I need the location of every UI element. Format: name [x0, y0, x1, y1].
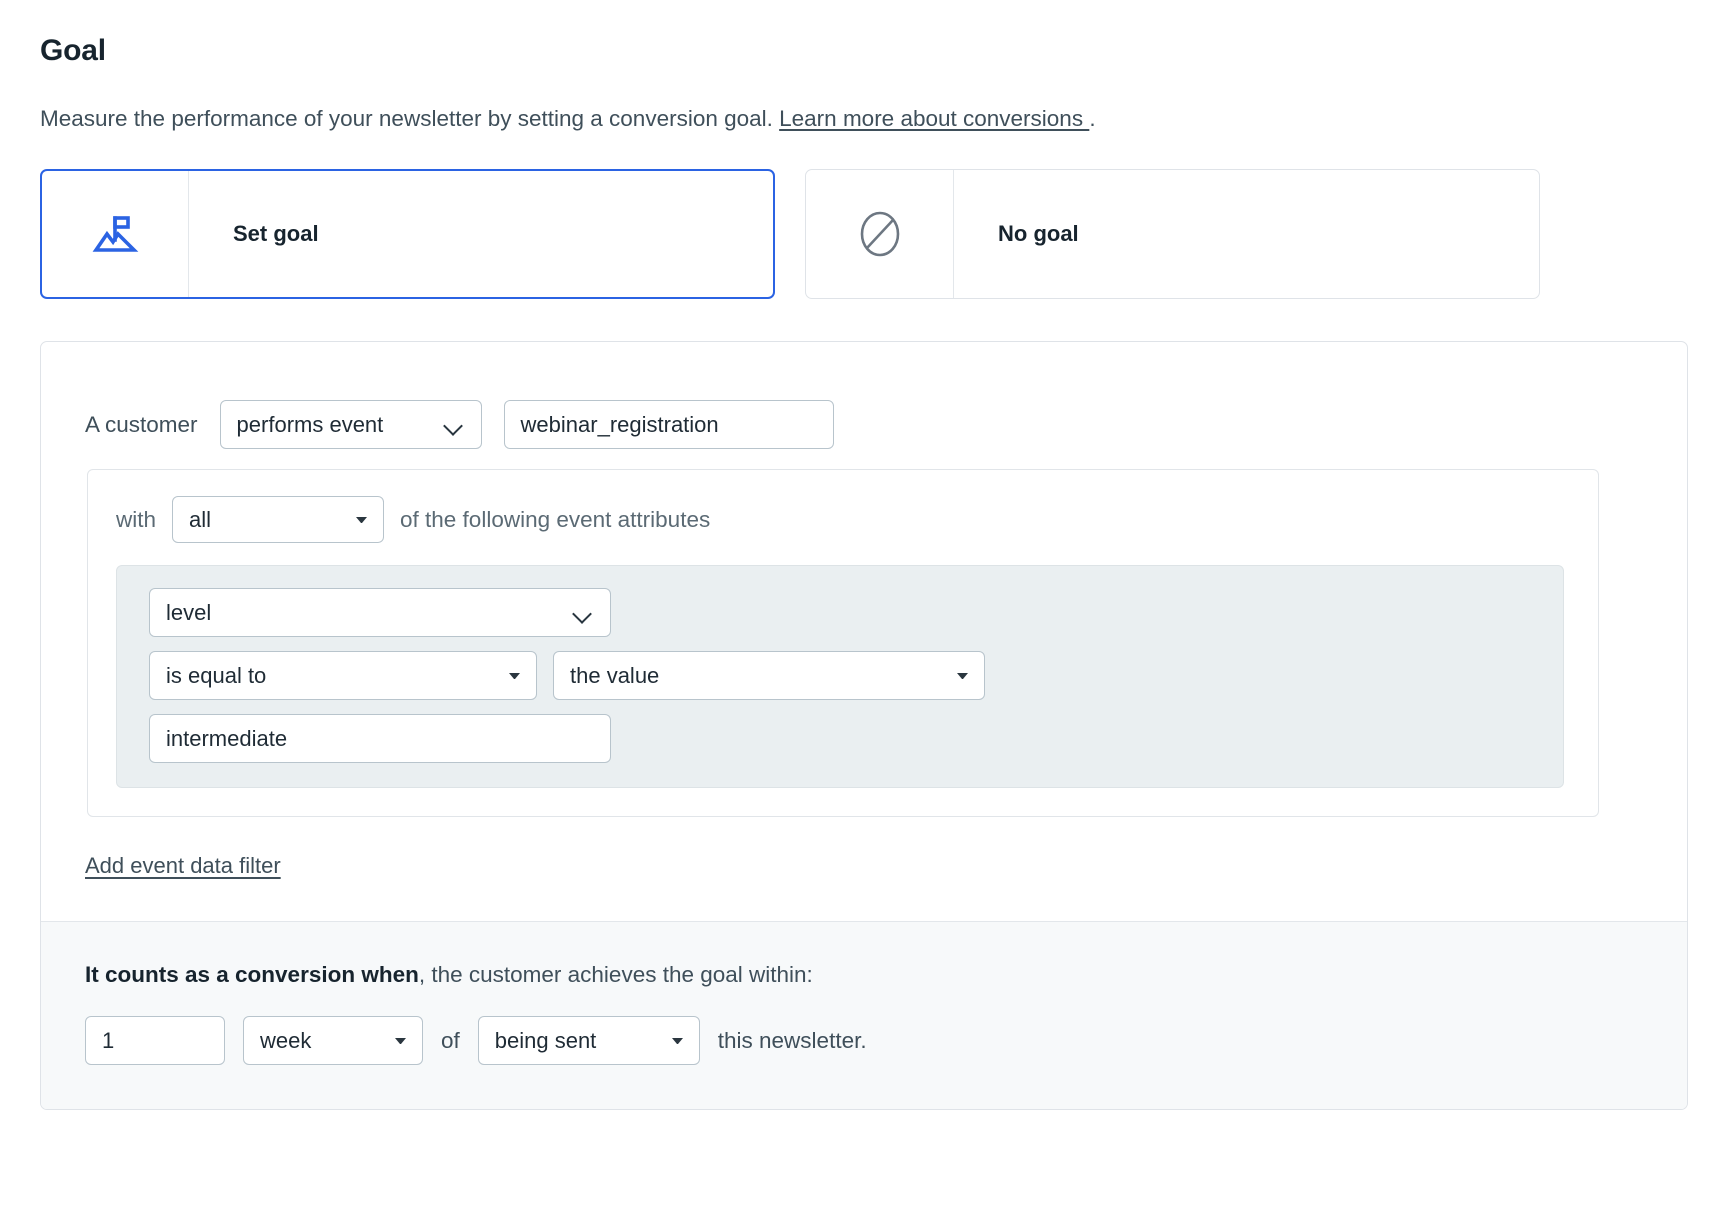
attribute-value-kind-value: the value [570, 662, 660, 688]
conversion-window-amount-value: 1 [102, 1027, 115, 1053]
attribute-operator-value: is equal to [166, 662, 267, 688]
attribute-value-kind-select[interactable]: the value [553, 651, 985, 701]
mountain-flag-icon [42, 171, 189, 298]
event-attributes-header: with all of the following event attribut… [116, 496, 1570, 544]
set-goal-card-label: Set goal [233, 221, 319, 247]
set-goal-card[interactable]: Set goal [40, 169, 775, 300]
goal-builder-panel: A customer performs event webinar_regist… [40, 341, 1688, 1111]
of-label: of [441, 1027, 460, 1053]
goal-builder-body: A customer performs event webinar_regist… [41, 342, 1687, 921]
no-goal-card[interactable]: No goal [805, 169, 1540, 300]
page-description: Measure the performance of your newslett… [40, 105, 1686, 133]
attributes-trailing-label: of the following event attributes [400, 506, 711, 532]
triangle-down-icon [356, 516, 368, 523]
goal-event-row: A customer performs event webinar_regist… [85, 400, 1643, 450]
attribute-value-text: intermediate [166, 725, 288, 751]
chevron-down-icon [572, 602, 594, 624]
goal-mode-choices: Set goal No goal [40, 169, 1686, 300]
page-description-text: Measure the performance of your newslett… [40, 106, 780, 131]
conversion-sentence-rest: , the customer achieves the goal within: [418, 962, 813, 988]
learn-more-conversions-link[interactable]: Learn more about conversions [779, 106, 1089, 131]
conversion-tail-label: this newsletter. [717, 1027, 867, 1053]
conversion-window-section: It counts as a conversion when, the cust… [41, 921, 1687, 1110]
attribute-filter-group: level is equal to the value intermediate [116, 565, 1564, 789]
with-label: with [116, 506, 157, 532]
no-goal-card-label: No goal [998, 221, 1079, 247]
attribute-filter-row: level is equal to the value intermediate [147, 588, 1539, 764]
attribute-match-mode-select[interactable]: all [172, 496, 385, 544]
add-event-data-filter-link[interactable]: Add event data filter [85, 853, 281, 879]
event-name-value: webinar_registration [520, 411, 719, 437]
conversion-sentence: It counts as a conversion when, the cust… [85, 962, 1643, 988]
attribute-name-value: level [166, 599, 212, 625]
attribute-value-input[interactable]: intermediate [149, 714, 611, 764]
triangle-down-icon [671, 1037, 683, 1044]
conversion-window-controls: 1 week of being sent this newsletter. [85, 1016, 1643, 1066]
triangle-down-icon [957, 672, 968, 679]
chevron-down-icon [443, 414, 465, 436]
no-entry-icon [806, 170, 954, 299]
attribute-operator-select[interactable]: is equal to [149, 651, 537, 701]
conversion-window-unit-select[interactable]: week [243, 1016, 423, 1066]
conversion-trigger-value: being sent [494, 1027, 597, 1053]
event-type-select[interactable]: performs event [219, 400, 482, 450]
page-description-period: . [1089, 106, 1096, 131]
event-type-value: performs event [236, 411, 384, 437]
conversion-window-amount-input[interactable]: 1 [85, 1016, 225, 1066]
attribute-name-select[interactable]: level [149, 588, 611, 638]
conversion-trigger-select[interactable]: being sent [477, 1016, 700, 1066]
page-title: Goal [40, 34, 106, 67]
event-attributes-box: with all of the following event attribut… [87, 469, 1599, 818]
attribute-match-mode-value: all [189, 506, 212, 532]
triangle-down-icon [509, 672, 520, 679]
subject-label: A customer [85, 411, 198, 437]
conversion-sentence-strong: It counts as a conversion when [85, 962, 419, 988]
goal-settings-page: Goal Measure the performance of your new… [0, 0, 1726, 1111]
triangle-down-icon [395, 1037, 406, 1044]
event-name-input[interactable]: webinar_registration [503, 400, 834, 450]
conversion-window-unit-value: week [260, 1027, 312, 1053]
